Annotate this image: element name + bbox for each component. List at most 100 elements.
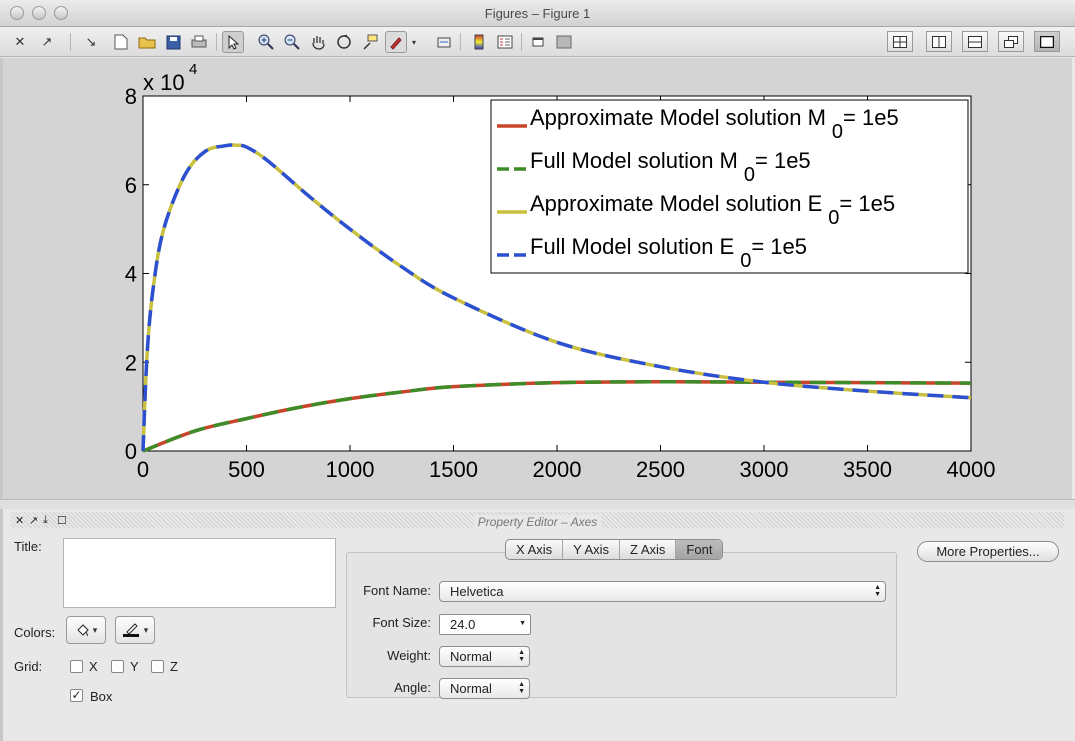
stepper-arrows-icon: ▲ ▼ [518,681,525,695]
property-editor: ✕ ↗ ⤓ ☐ Property Editor – Axes Title: Co… [3,510,1072,741]
tab-z-axis[interactable]: Z Axis [620,540,677,559]
title-input[interactable] [63,538,336,608]
font-name-label: Font Name: [363,583,431,598]
y-tick-label: 6 [125,173,137,198]
new-figure-icon[interactable] [110,31,132,53]
pen-line-icon [122,623,139,637]
box-label: Box [90,689,113,704]
tile-rows-icon[interactable] [962,31,988,52]
x-tick-label: 2500 [636,457,685,482]
hide-tools-icon[interactable] [528,31,548,53]
weight-label: Weight: [387,648,431,663]
zoom-in-icon[interactable] [255,31,277,53]
x-tick-label: 0 [137,457,149,482]
x-tick-label: 4000 [947,457,996,482]
paint-bucket-icon [77,624,89,637]
x-tick-label: 1500 [429,457,478,482]
tile-grid-icon[interactable] [887,31,913,52]
chevron-down-icon[interactable]: ▾ [409,31,419,53]
close-icon[interactable]: ✕ [10,31,30,53]
legend-label: Approximate Model solution E [530,191,822,216]
tab-y-axis[interactable]: Y Axis [563,540,621,559]
title-bar: Figures – Figure 1 [0,0,1075,27]
pan-icon[interactable] [307,31,329,53]
tab-x-axis[interactable]: X Axis [506,540,564,559]
grid-z-label: Z [170,659,178,674]
legend-suffix: = 1e5 [755,148,811,173]
dock-icon[interactable]: ↘ [81,31,101,53]
legend-suffix: = 1e5 [839,191,895,216]
font-name-select[interactable]: Helvetica ▲ ▼ [439,581,886,602]
print-icon[interactable] [188,31,210,53]
exponent-label: x 10 [143,70,185,95]
grid-x-label: X [89,659,98,674]
legend-subscript: 0 [832,121,843,143]
exponent-power: 4 [189,61,197,78]
font-size-label: Font Size: [372,615,431,630]
x-tick-label: 500 [228,457,265,482]
box-checkbox[interactable]: ✓ [70,689,83,702]
maximize-icon[interactable] [1034,31,1060,52]
grid-y-label: Y [130,659,139,674]
legend-suffix: = 1e5 [751,234,807,259]
y-tick-label: 0 [125,439,137,464]
tab-font[interactable]: Font [676,540,723,559]
grid-y-checkbox[interactable] [111,660,124,673]
undock-icon[interactable]: ↗ [37,31,57,53]
float-icon[interactable] [998,31,1024,52]
edge-color-button[interactable]: ▾ [115,616,155,644]
more-properties-button[interactable]: More Properties... [917,541,1059,562]
legend-suffix: = 1e5 [843,105,899,130]
angle-value: Normal [450,681,492,696]
show-tools-icon[interactable] [553,31,575,53]
x-tick-label: 1000 [326,457,375,482]
legend-subscript: 0 [828,207,839,229]
window-title: Figures – Figure 1 [484,6,591,21]
legend[interactable]: Approximate Model solution M 0 = 1e5 Full … [490,99,969,274]
colorbar-icon[interactable] [468,31,490,53]
figure-window: Figures – Figure 1 ✕ ↗ ↘ ▾ 0 2 4 6 8 0 5… [0,0,1075,741]
weight-value: Normal [450,649,492,664]
chevron-down-icon: ▾ [143,624,149,635]
property-editor-header: ✕ ↗ ⤓ ☐ Property Editor – Axes [11,512,1064,529]
stepper-arrows-icon: ▲ ▼ [518,649,525,663]
grid-x-checkbox[interactable] [70,660,83,673]
chevron-down-icon: ▾ [92,624,98,635]
pointer-icon[interactable] [222,31,244,53]
x-tick-label: 2000 [533,457,582,482]
font-size-combo[interactable]: 24.0 ▼ [439,614,531,635]
legend-subscript: 0 [744,164,755,186]
angle-select[interactable]: Normal ▲ ▼ [439,678,530,699]
x-tick-label: 3500 [843,457,892,482]
colors-label: Colors: [14,625,56,640]
legend-subscript: 0 [740,250,751,272]
axis-tabs: X Axis Y Axis Z Axis Font [505,539,724,560]
font-size-value: 24.0 [450,617,476,632]
angle-label: Angle: [394,680,431,695]
legend-label: Approximate Model solution M [530,105,826,130]
panel-splitter[interactable] [0,499,1075,509]
rotate-icon[interactable] [333,31,355,53]
grid-label: Grid: [14,659,43,674]
save-icon[interactable] [162,31,184,53]
zoom-out-icon[interactable] [281,31,303,53]
figure-toolbar: ✕ ↗ ↘ ▾ [0,27,1075,57]
line-chart[interactable]: 02468 0 500 1000 1500 2000 2500 3000 3500 4000 x… [3,58,1072,499]
tile-columns-icon[interactable] [926,31,952,52]
legend-label: Full Model solution M [530,148,738,173]
x-tick-label: 3000 [740,457,789,482]
weight-select[interactable]: Normal ▲ ▼ [439,646,530,667]
legend-icon[interactable] [494,31,516,53]
y-tick-label: 2 [125,350,137,375]
y-tick-label: 4 [125,262,137,287]
face-color-button[interactable]: ▾ [66,616,106,644]
property-editor-title: Property Editor – Axes [473,515,602,529]
chevron-down-icon[interactable]: ▼ [519,620,526,627]
stepper-arrows-icon: ▲ ▼ [874,584,881,598]
link-icon[interactable] [433,31,455,53]
brush-icon[interactable] [385,31,407,53]
open-icon[interactable] [136,31,158,53]
data-cursor-icon[interactable] [359,31,381,53]
grid-z-checkbox[interactable] [151,660,164,673]
figure-canvas[interactable]: 02468 0 500 1000 1500 2000 2500 3000 3500 4000 x… [3,58,1072,499]
